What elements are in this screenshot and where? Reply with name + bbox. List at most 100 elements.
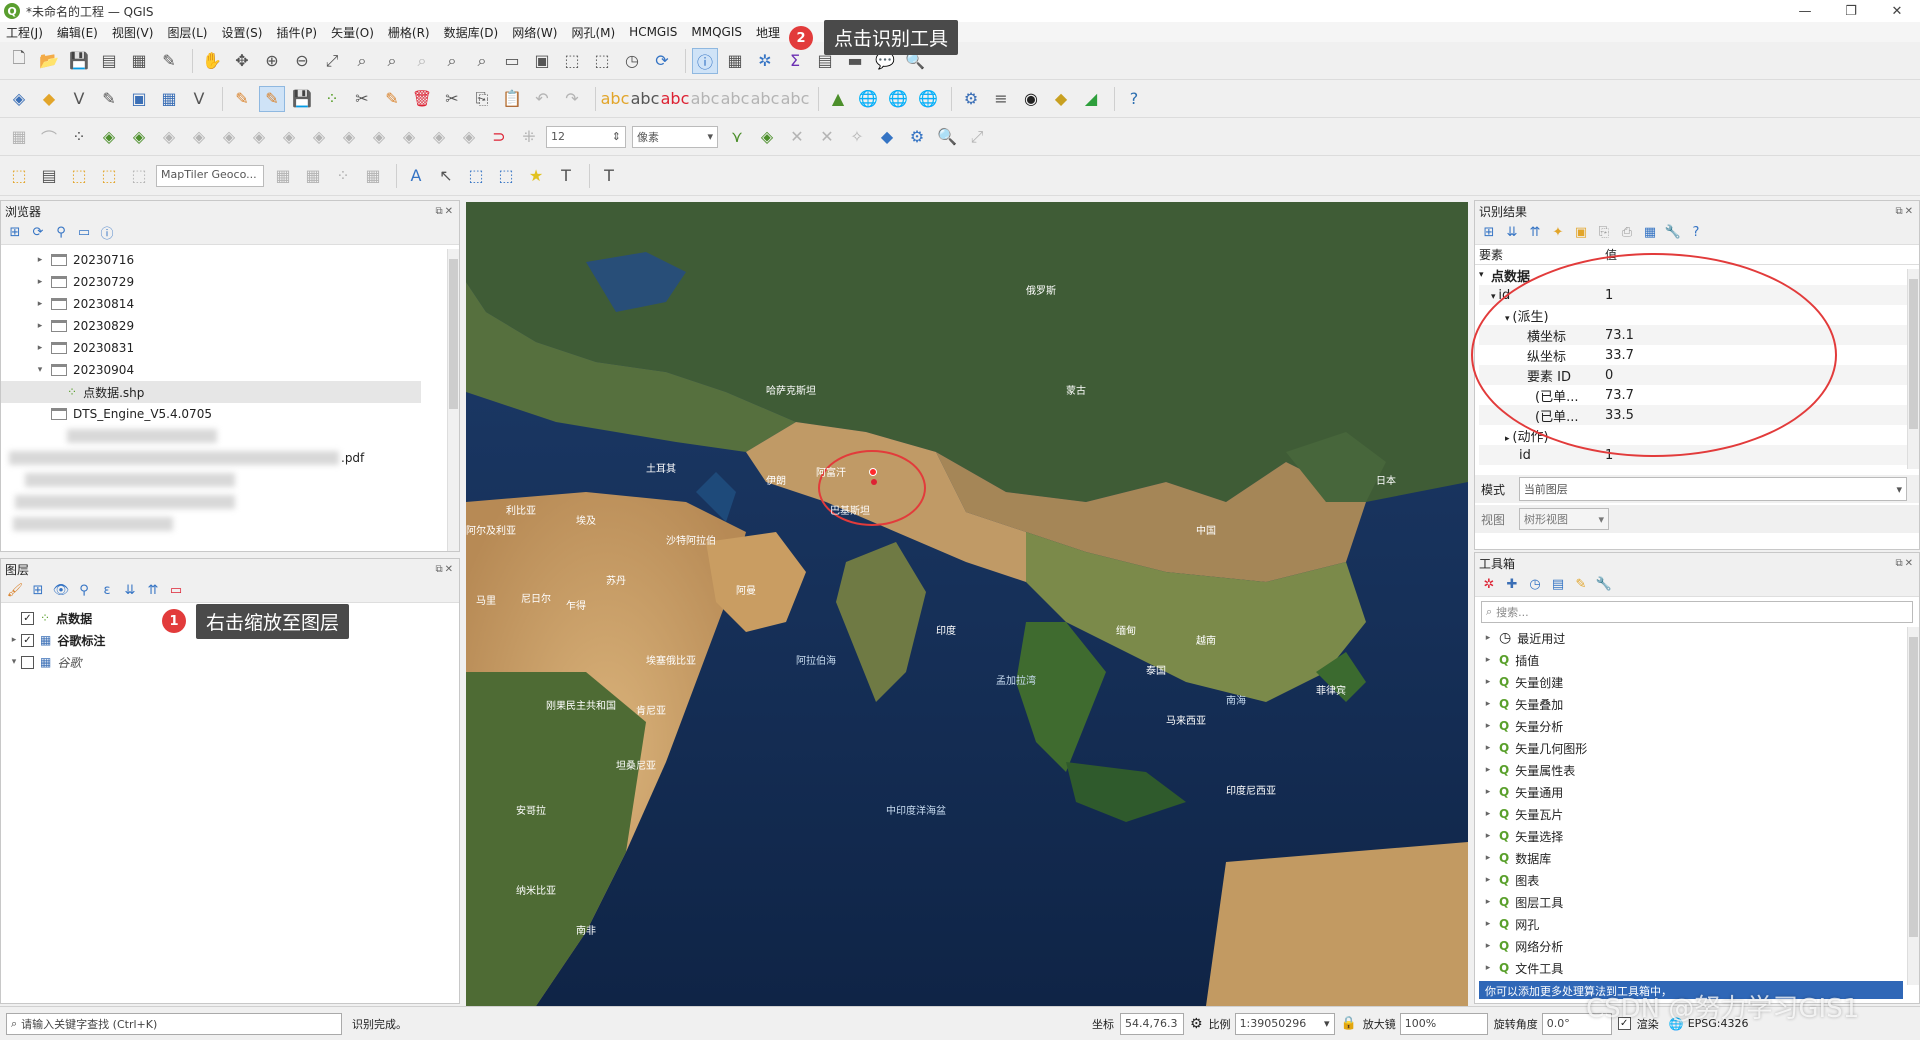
restore-button[interactable]: ❐	[1828, 0, 1874, 22]
undo-icon[interactable]: ↶	[529, 86, 555, 112]
toolbox-item[interactable]: ▸ Q 数据库	[1481, 847, 1919, 869]
label-pin-icon[interactable]: abc	[661, 86, 690, 112]
pdf-item[interactable]: .pdf	[9, 447, 459, 469]
remove-layer-icon[interactable]: ▭	[166, 581, 186, 601]
redo-icon[interactable]: ↷	[559, 86, 585, 112]
add-spatialite-icon[interactable]: ✎	[96, 86, 122, 112]
minimize-button[interactable]: —	[1782, 0, 1828, 22]
globe-web-icon[interactable]: 🌐	[915, 86, 941, 112]
toolbox-search-input[interactable]: ⌕ 搜索...	[1481, 601, 1913, 623]
point-feature-marker[interactable]	[869, 468, 877, 476]
tree-item[interactable]: ▸ 20230716	[33, 249, 459, 271]
options-gear-icon[interactable]: ⚙	[904, 124, 930, 150]
style-brush-icon[interactable]: 🖌	[5, 581, 25, 601]
identify-icon[interactable]: ⓘ	[692, 47, 718, 74]
map-canvas[interactable]: 中国 印度 蒙古 俄罗斯 哈萨克斯坦 伊朗 沙特阿拉伯 埃及 利比亚 阿尔及利亚…	[466, 202, 1468, 1006]
settings-gear-icon[interactable]: ✲	[752, 48, 778, 74]
data-source-manager-icon[interactable]: ◈	[6, 86, 32, 112]
plugin-b-icon[interactable]: ▦	[300, 163, 326, 189]
expand-tree-icon[interactable]: ⊞	[1479, 223, 1499, 243]
add-layer-stack-icon[interactable]: ◆	[874, 124, 900, 150]
offset-curve-icon[interactable]: ◈	[306, 124, 332, 150]
save-edits-icon[interactable]: 💾	[289, 86, 315, 112]
print-results-icon[interactable]: ⎙	[1617, 223, 1637, 243]
layer-item-google[interactable]: ▾ ▦ 谷歌	[7, 651, 459, 673]
snapping-icon[interactable]: ⊃	[486, 124, 512, 150]
expand-new-icon[interactable]: ⇊	[1502, 223, 1522, 243]
tree-item[interactable]: ▸ 20230729	[33, 271, 459, 293]
models-icon[interactable]: ✲	[1479, 575, 1499, 595]
toolbox-item[interactable]: ▸ Q 矢量几何图形	[1481, 737, 1919, 759]
green-plugin-icon[interactable]: ◢	[1078, 86, 1104, 112]
open-project-icon[interactable]: 📂	[36, 48, 62, 74]
plugin-c-icon[interactable]: ⁘	[330, 163, 356, 189]
edit-features-inplace-icon[interactable]: ✎	[1571, 575, 1591, 595]
toolbox-item[interactable]: ▸ Q 矢量瓦片	[1481, 803, 1919, 825]
zoom-next-icon[interactable]: ⌕	[469, 48, 495, 74]
pan-icon[interactable]: ✋	[199, 48, 225, 74]
pan-to-selection-icon[interactable]: ✥	[229, 48, 255, 74]
select-by-location-icon[interactable]: ⬚	[96, 163, 122, 189]
avoid-intersection-icon[interactable]: ✕	[814, 124, 840, 150]
zoom-out-icon[interactable]: ⊖	[289, 48, 315, 74]
results-viewer-icon[interactable]: ▤	[1548, 575, 1568, 595]
fill-ring-icon[interactable]: ◈	[186, 124, 212, 150]
text-frame-icon[interactable]: T	[596, 163, 622, 189]
menu-raster[interactable]: 栅格(R)	[388, 24, 430, 41]
print-layout-icon[interactable]: ▤	[96, 48, 122, 74]
triangle-icon[interactable]: ▲	[825, 86, 851, 112]
browser-scrollbar[interactable]	[447, 249, 459, 551]
toolbox-item[interactable]: ▸ Q 矢量叠加	[1481, 693, 1919, 715]
toolbox-item[interactable]: ▸ Q 图表	[1481, 869, 1919, 891]
identify-help-icon[interactable]: ?	[1686, 223, 1706, 243]
toggle-editing-icon[interactable]: ✎	[259, 85, 285, 112]
add-layers-icon[interactable]: ⊞	[5, 223, 25, 243]
temporal-icon[interactable]: ◷	[619, 48, 645, 74]
add-vector-layer-icon[interactable]: ◆	[36, 86, 62, 112]
collapse-tree-icon[interactable]: ⇈	[1525, 223, 1545, 243]
split-icon[interactable]: ◈	[336, 124, 362, 150]
edit-pencil-icon[interactable]: ✎	[229, 86, 255, 112]
snap-config-icon[interactable]: ⁜	[516, 124, 542, 150]
label-show-icon[interactable]: abc	[691, 86, 720, 112]
vertex-tool-icon[interactable]: ✂	[349, 86, 375, 112]
menu-project[interactable]: 工程(J)	[6, 24, 43, 41]
label-layer-icon[interactable]: abc	[631, 86, 660, 112]
filter-expression-icon[interactable]: ε	[97, 581, 117, 601]
select-features-icon[interactable]: ⬚	[6, 163, 32, 189]
digitize-icon[interactable]: ▦	[6, 124, 32, 150]
zoom-selection-icon[interactable]: ⌕	[349, 48, 375, 74]
menu-geo[interactable]: 地理	[756, 24, 780, 41]
layout-manager-icon[interactable]: ▦	[126, 48, 152, 74]
select-features-results-icon[interactable]: ▦	[1640, 223, 1660, 243]
scale-select[interactable]: 1:39050296 ▾	[1234, 1012, 1335, 1035]
history-icon[interactable]: ◷	[1525, 575, 1545, 595]
select-by-value-icon[interactable]: ▤	[36, 163, 62, 189]
snap-tolerance-input[interactable]: 12 ⇕	[546, 125, 626, 148]
toolbox-item[interactable]: ▸ Q 矢量属性表	[1481, 759, 1919, 781]
save-project-icon[interactable]: 💾	[66, 48, 92, 74]
maptiler-geocoder-input[interactable]: MapTiler Geoco...	[156, 164, 264, 187]
attribute-table-icon[interactable]: ▦	[722, 48, 748, 74]
filter-legend-icon[interactable]: ⚲	[74, 581, 94, 601]
add-postgis-icon[interactable]: ▣	[126, 86, 152, 112]
layer-visibility-checkbox[interactable]: ✓	[21, 633, 34, 647]
identify-float-close-icon[interactable]: ⧉✕	[1895, 206, 1915, 217]
expand-icon[interactable]: ⤢	[964, 124, 990, 150]
copy-feature-icon[interactable]: ⎘	[1594, 223, 1614, 243]
label-icon[interactable]: abc	[601, 86, 630, 112]
info-icon[interactable]: ⓘ	[97, 223, 117, 243]
toolbox-item[interactable]: ▸ Q 插值	[1481, 649, 1919, 671]
toolbox-scrollbar[interactable]	[1907, 627, 1919, 985]
node-edit-icon[interactable]: ⬚	[463, 163, 489, 189]
add-point-icon[interactable]: ⁘	[319, 86, 345, 112]
lock-scale-icon[interactable]: 🔒	[1341, 1016, 1357, 1031]
menu-edit[interactable]: 编辑(E)	[57, 24, 98, 41]
edit-select-icon[interactable]: ⬚	[126, 163, 152, 189]
zoom-last-icon[interactable]: ⌕	[439, 48, 465, 74]
deselect-icon[interactable]: ⬚	[66, 163, 92, 189]
star-icon[interactable]: ★	[523, 163, 549, 189]
merge-icon[interactable]: ◈	[396, 124, 422, 150]
new-project-icon[interactable]: 🗋	[6, 48, 32, 74]
scripts-icon[interactable]: ✚	[1502, 575, 1522, 595]
